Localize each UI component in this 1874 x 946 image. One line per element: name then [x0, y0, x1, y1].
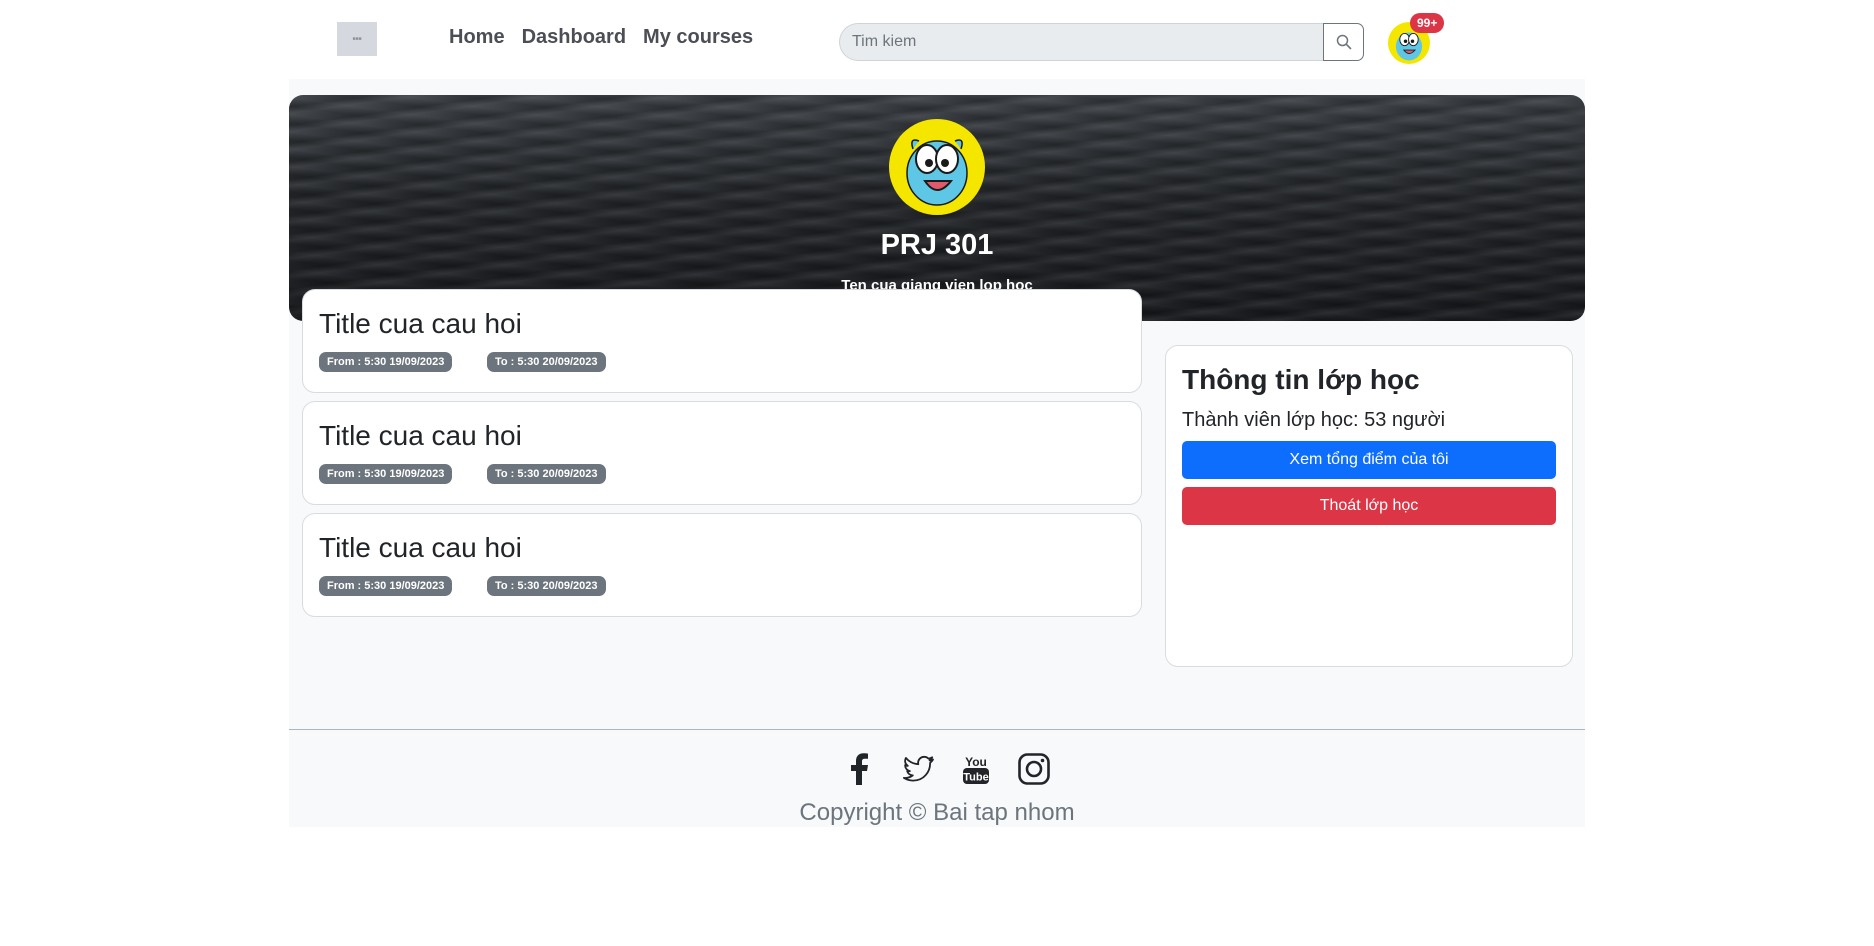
nav-link-my-courses[interactable]: My courses — [643, 26, 753, 49]
search-form — [839, 23, 1364, 61]
course-banner: PRJ 301 Ten cua giang vien lop hoc — [289, 95, 1585, 321]
question-title[interactable]: Title cua cau hoi — [319, 308, 522, 340]
member-count: Thành viên lớp học: 53 người — [1182, 409, 1446, 431]
question-card[interactable]: Title cua cau hoi From : 5:30 19/09/2023… — [302, 289, 1142, 393]
nav-links: Home Dashboard My courses — [449, 26, 753, 49]
class-info-card: Thông tin lớp học Thành viên lớp học: 53… — [1165, 345, 1573, 667]
svg-text:You: You — [965, 755, 987, 769]
youtube-icon[interactable]: You Tube — [958, 751, 994, 787]
to-date-badge: To : 5:30 20/09/2023 — [487, 464, 606, 484]
from-date-badge: From : 5:30 19/09/2023 — [319, 352, 453, 372]
course-avatar — [889, 119, 985, 215]
navbar: ■■■ Home Dashboard My courses 99+ — [0, 0, 1874, 79]
nav-link-dashboard[interactable]: Dashboard — [522, 26, 626, 49]
search-input[interactable] — [839, 23, 1323, 61]
twitter-icon[interactable] — [900, 751, 936, 787]
question-card[interactable]: Title cua cau hoi From : 5:30 19/09/2023… — [302, 513, 1142, 617]
facebook-icon[interactable] — [842, 751, 878, 787]
to-date-badge: To : 5:30 20/09/2023 — [487, 576, 606, 596]
to-date-badge: To : 5:30 20/09/2023 — [487, 352, 606, 372]
question-title[interactable]: Title cua cau hoi — [319, 532, 522, 564]
site-logo[interactable]: ■■■ — [337, 22, 377, 56]
leave-class-button[interactable]: Thoát lớp học — [1182, 487, 1556, 525]
class-info-title: Thông tin lớp học — [1182, 364, 1420, 395]
from-date-badge: From : 5:30 19/09/2023 — [319, 464, 453, 484]
course-code: PRJ 301 — [880, 229, 994, 261]
question-card[interactable]: Title cua cau hoi From : 5:30 19/09/2023… — [302, 401, 1142, 505]
social-links: You Tube — [842, 751, 1052, 787]
gumball-avatar-icon — [906, 139, 968, 206]
search-button[interactable] — [1323, 23, 1364, 61]
footer-divider — [289, 729, 1585, 730]
question-title[interactable]: Title cua cau hoi — [319, 420, 522, 452]
search-icon — [1336, 34, 1351, 50]
view-total-score-button[interactable]: Xem tổng điểm của tôi — [1182, 441, 1556, 479]
instagram-icon[interactable] — [1016, 751, 1052, 787]
nav-link-home[interactable]: Home — [449, 26, 505, 49]
svg-text:Tube: Tube — [963, 772, 988, 784]
notification-badge[interactable]: 99+ — [1410, 13, 1445, 33]
from-date-badge: From : 5:30 19/09/2023 — [319, 576, 453, 596]
main-container: PRJ 301 Ten cua giang vien lop hoc Title… — [289, 79, 1585, 827]
copyright-text: Copyright © Bai tap nhom — [799, 799, 1075, 826]
